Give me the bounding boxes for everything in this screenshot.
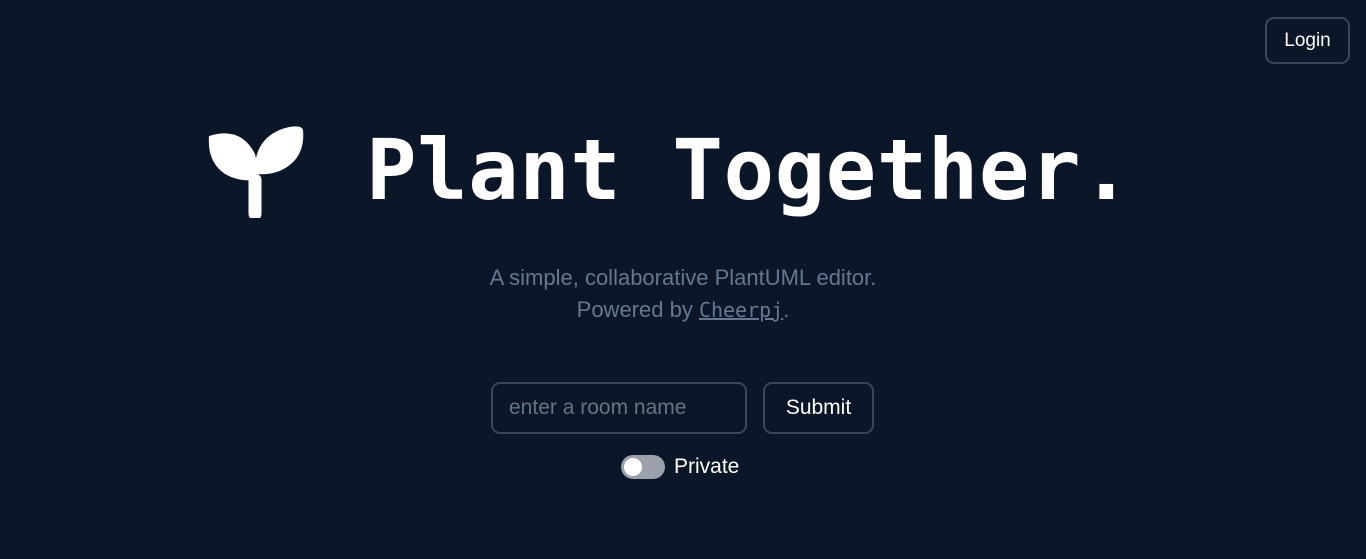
- subtitle-line-1: A simple, collaborative PlantUML editor.: [489, 265, 877, 290]
- cheerpj-link[interactable]: Cheerpj: [699, 298, 783, 322]
- subtitle-line-2: Powered by Cheerpj.: [0, 294, 1366, 326]
- login-button[interactable]: Login: [1265, 17, 1350, 64]
- room-name-input[interactable]: [491, 382, 747, 434]
- subtitle: A simple, collaborative PlantUML editor.…: [0, 262, 1366, 326]
- hero: Plant Together.: [0, 112, 1366, 222]
- toggle-knob: [624, 458, 642, 476]
- submit-button[interactable]: Submit: [763, 382, 874, 434]
- private-toggle-row: Private: [621, 453, 739, 481]
- subtitle-prefix: Powered by: [576, 297, 699, 322]
- private-label: Private: [674, 455, 740, 478]
- subtitle-suffix: .: [783, 297, 790, 322]
- sprout-icon: [208, 126, 304, 218]
- private-toggle[interactable]: [621, 455, 665, 479]
- landing-page: Login Plant Together. A simple, collabor…: [0, 0, 1366, 559]
- page-title: Plant Together.: [366, 121, 1133, 219]
